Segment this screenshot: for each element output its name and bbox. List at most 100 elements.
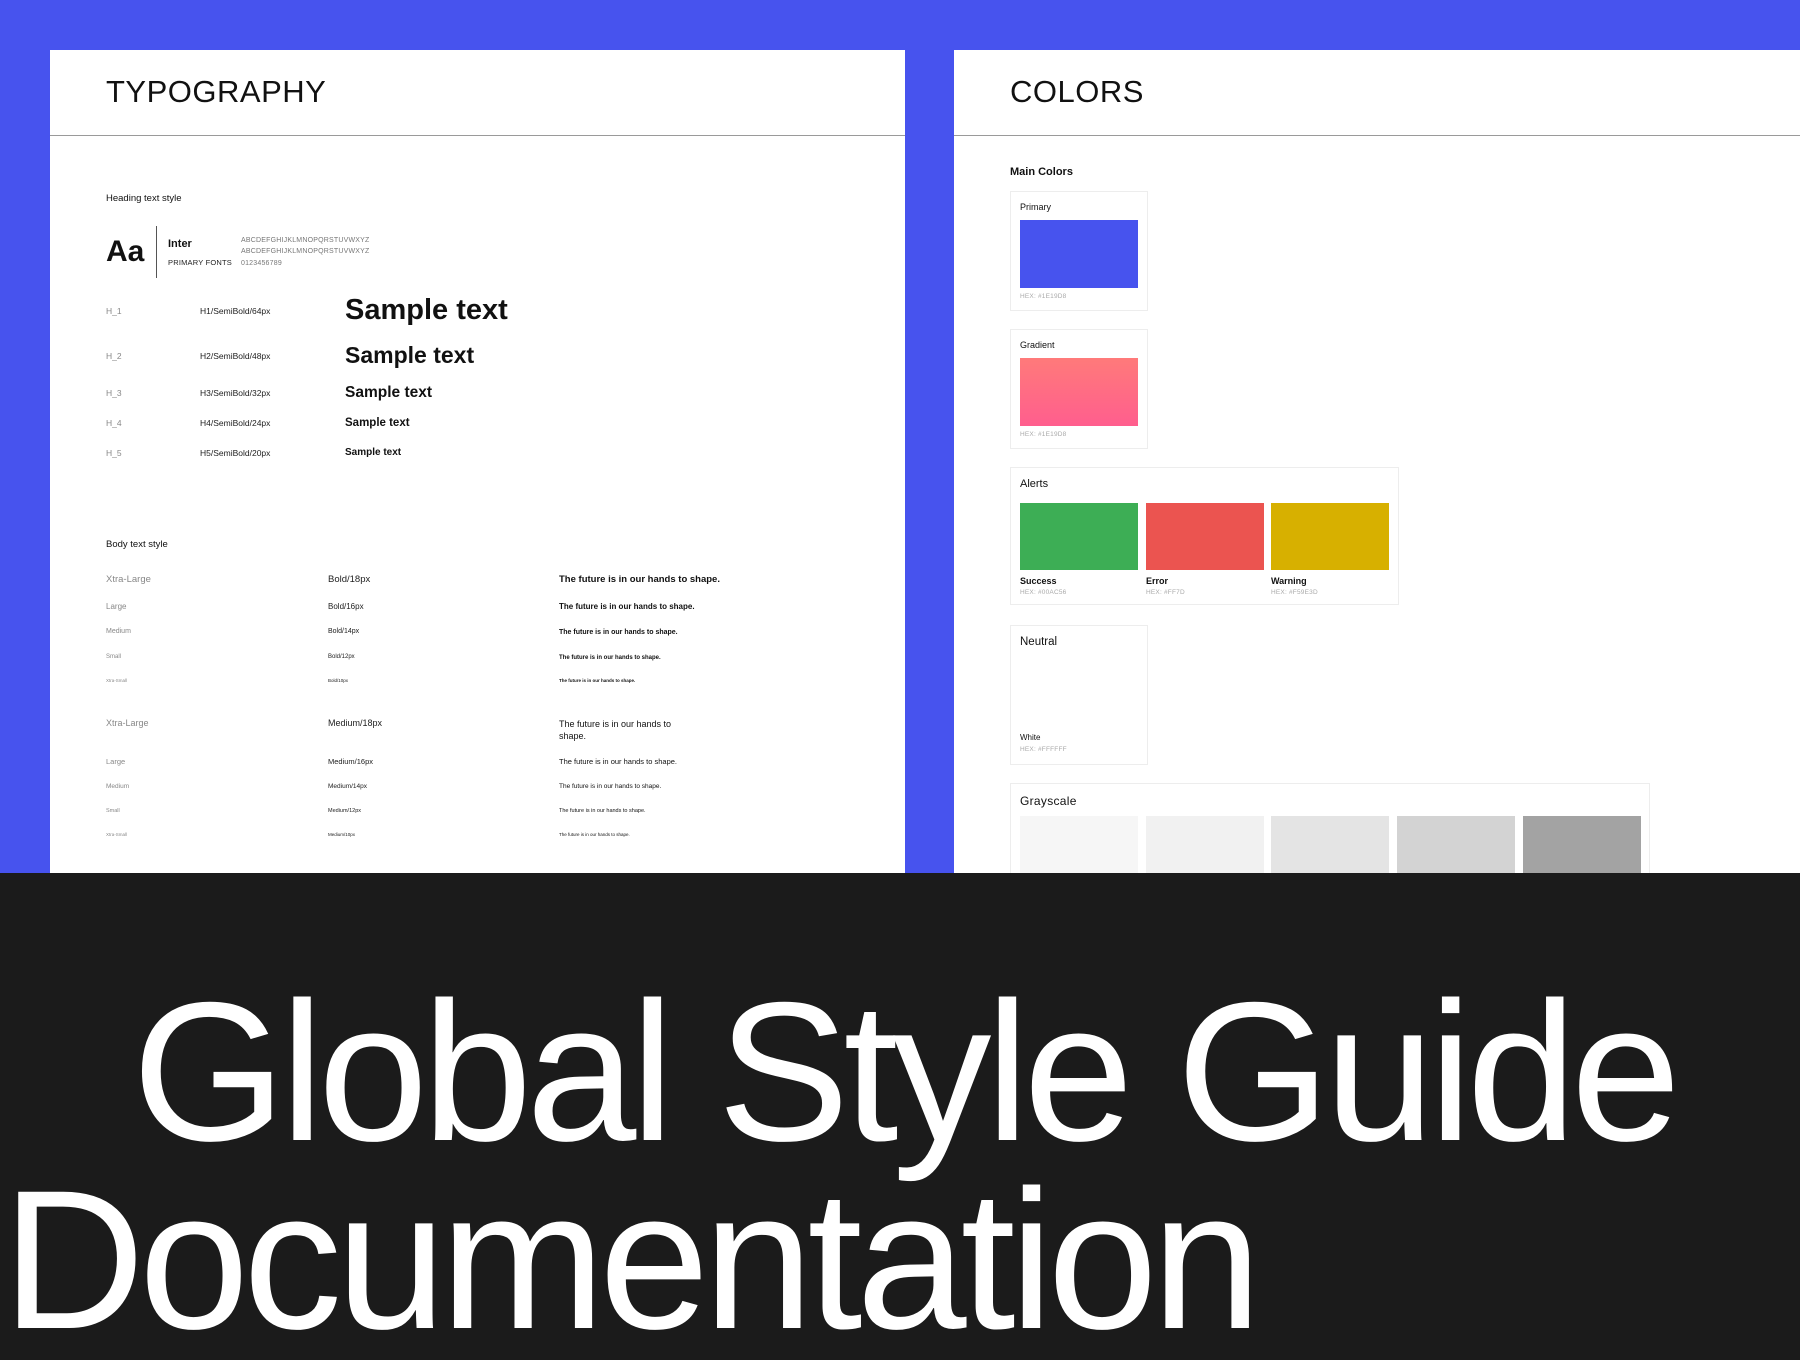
body-row-bold-l: Large Bold/16px The future is in our han…	[106, 602, 759, 613]
body-row-medium-m: Medium Medium/14px The future is in our …	[106, 783, 759, 792]
heading-sample: Sample text	[345, 294, 508, 326]
swatch-name: Success	[1020, 576, 1057, 586]
neutral-color-card: Neutral White HEX: #FFFFFF	[1010, 625, 1148, 765]
body-sample: The future is in our hands to shape.	[559, 832, 630, 837]
font-specimen: Aa Inter PRIMARY FONTS ABCDEFGHIJKLMNOPQ…	[106, 226, 370, 278]
body-spec: Medium/16px	[328, 757, 374, 766]
grayscale-swatch	[1146, 816, 1264, 873]
font-role: PRIMARY FONTS	[168, 257, 232, 267]
hex-code: HEX: #1E19D8	[1020, 431, 1067, 438]
colors-panel: COLORS Main Colors Primary HEX: #1E19D8 …	[954, 50, 1800, 873]
hex-code: HEX: #FF7D	[1146, 589, 1185, 596]
font-aa-glyph: Aa	[106, 235, 145, 268]
heading-sample: Sample text	[345, 384, 433, 401]
body-size: Xtra-Small	[106, 832, 128, 837]
hex-code: HEX: #00AC56	[1020, 589, 1067, 596]
body-size: Xtra-Small	[106, 678, 128, 683]
body-sample: The future is in our hands to shape.	[559, 574, 720, 585]
body-size: Xtra-Large	[106, 574, 151, 585]
body-spec: Bold/12px	[328, 654, 355, 660]
typography-title: TYPOGRAPHY	[106, 74, 327, 109]
heading-spec: H1/SemiBold/64px	[200, 305, 271, 316]
body-row-bold-m: Medium Bold/14px The future is in our ha…	[106, 628, 759, 637]
body-sample: The future is in our hands to shape.	[559, 678, 636, 683]
heading-row-h2: H_2 H2/SemiBold/48px Sample text	[106, 342, 474, 369]
heading-row-h3: H_3 H3/SemiBold/32px Sample text	[106, 384, 432, 402]
heading-spec: H3/SemiBold/32px	[200, 388, 271, 398]
alerts-color-card: Alerts Success HEX: #00AC56 Error HEX: #…	[1010, 467, 1399, 605]
body-spec: Medium/12px	[328, 808, 362, 814]
body-size: Medium	[106, 783, 130, 790]
card-title: Gradient	[1020, 340, 1055, 350]
body-size: Large	[106, 602, 127, 611]
white-swatch	[1020, 656, 1138, 726]
heading-row-h4: H_4 H4/SemiBold/24px Sample text	[106, 417, 410, 429]
font-name: Inter	[168, 237, 192, 250]
heading-sample: Sample text	[345, 447, 402, 458]
heading-spec: H2/SemiBold/48px	[200, 350, 271, 361]
hex-code: HEX: #1E19D8	[1020, 293, 1067, 300]
heading-sample: Sample text	[345, 342, 475, 368]
heading-id: H_5	[106, 447, 122, 458]
glyphs-lowercase: ABCDEFGHIJKLMNOPQRSTUVWXYZ	[241, 248, 370, 256]
glyphs-digits: 0123456789	[241, 259, 282, 267]
heading-row-h1: H_1 H1/SemiBold/64px Sample text	[106, 294, 508, 327]
gradient-swatch	[1020, 358, 1138, 426]
body-row-bold-xs: Xtra-Small Bold/10px The future is in ou…	[106, 678, 759, 684]
body-size: Small	[106, 808, 120, 814]
colors-title: COLORS	[1010, 74, 1144, 109]
colors-header: COLORS	[954, 50, 1800, 136]
heading-id: H_2	[106, 350, 122, 361]
swatch-name: Warning	[1271, 576, 1307, 586]
body-spec: Medium/10px	[328, 832, 356, 837]
font-glyph-set: ABCDEFGHIJKLMNOPQRSTUVWXYZ ABCDEFGHIJKLM…	[241, 235, 370, 270]
body-sample: The future is in our hands to shape.	[559, 629, 678, 636]
typography-header: TYPOGRAPHY	[50, 50, 905, 136]
swatch-name: White	[1020, 733, 1041, 742]
body-spec: Bold/10px	[328, 678, 349, 683]
body-sample: The future is in our hands to shape.	[559, 783, 662, 790]
body-spec: Bold/16px	[328, 602, 364, 611]
body-spec: Medium/18px	[328, 718, 383, 728]
body-spec: Bold/18px	[328, 574, 371, 585]
body-row-medium-xl: Xtra-Large Medium/18px The future is in …	[106, 718, 689, 742]
body-row-medium-l: Large Medium/16px The future is in our h…	[106, 757, 759, 767]
grayscale-swatch	[1523, 816, 1641, 873]
grayscale-swatch	[1020, 816, 1138, 873]
success-swatch	[1020, 503, 1138, 570]
body-row-bold-xl: Xtra-Large Bold/18px The future is in ou…	[106, 574, 759, 587]
main-colors-label: Main Colors	[1010, 166, 1073, 178]
heading-row-h5: H_5 H5/SemiBold/20px Sample text	[106, 447, 401, 458]
title-banner: Global Style Guide Documentation	[0, 873, 1800, 1360]
body-size: Xtra-Large	[106, 718, 149, 728]
body-sample: The future is in our hands to shape.	[559, 808, 646, 814]
grayscale-color-card: Grayscale	[1010, 783, 1650, 873]
banner-title-line-2: Documentation	[2, 1149, 1262, 1360]
body-sample: The future is in our hands to shape.	[559, 719, 672, 742]
body-spec: Bold/14px	[328, 628, 360, 635]
primary-color-card: Primary HEX: #1E19D8	[1010, 191, 1148, 311]
hex-code: HEX: #F59E3D	[1271, 589, 1318, 596]
heading-spec: H5/SemiBold/20px	[200, 447, 271, 458]
card-title: Primary	[1020, 202, 1051, 212]
grayscale-swatch	[1397, 816, 1515, 873]
body-sample: The future is in our hands to shape.	[559, 602, 695, 611]
divider	[156, 226, 157, 278]
body-style-label: Body text style	[106, 539, 168, 550]
body-row-bold-s: Small Bold/12px The future is in our han…	[106, 654, 759, 662]
body-spec: Medium/14px	[328, 783, 368, 790]
heading-style-label: Heading text style	[106, 193, 182, 204]
glyphs-uppercase: ABCDEFGHIJKLMNOPQRSTUVWXYZ	[241, 236, 370, 244]
heading-id: H_1	[106, 305, 122, 316]
warning-swatch	[1271, 503, 1389, 570]
primary-swatch	[1020, 220, 1138, 288]
heading-id: H_4	[106, 418, 122, 428]
grayscale-swatch	[1271, 816, 1389, 873]
body-size: Large	[106, 757, 126, 766]
body-sample: The future is in our hands to shape.	[559, 655, 661, 661]
gradient-color-card: Gradient HEX: #1E19D8	[1010, 329, 1148, 449]
swatch-name: Error	[1146, 576, 1169, 586]
card-title: Neutral	[1020, 636, 1058, 648]
banner-title-line-1: Global Style Guide	[132, 961, 1681, 1182]
body-sample: The future is in our hands to shape.	[559, 757, 677, 766]
